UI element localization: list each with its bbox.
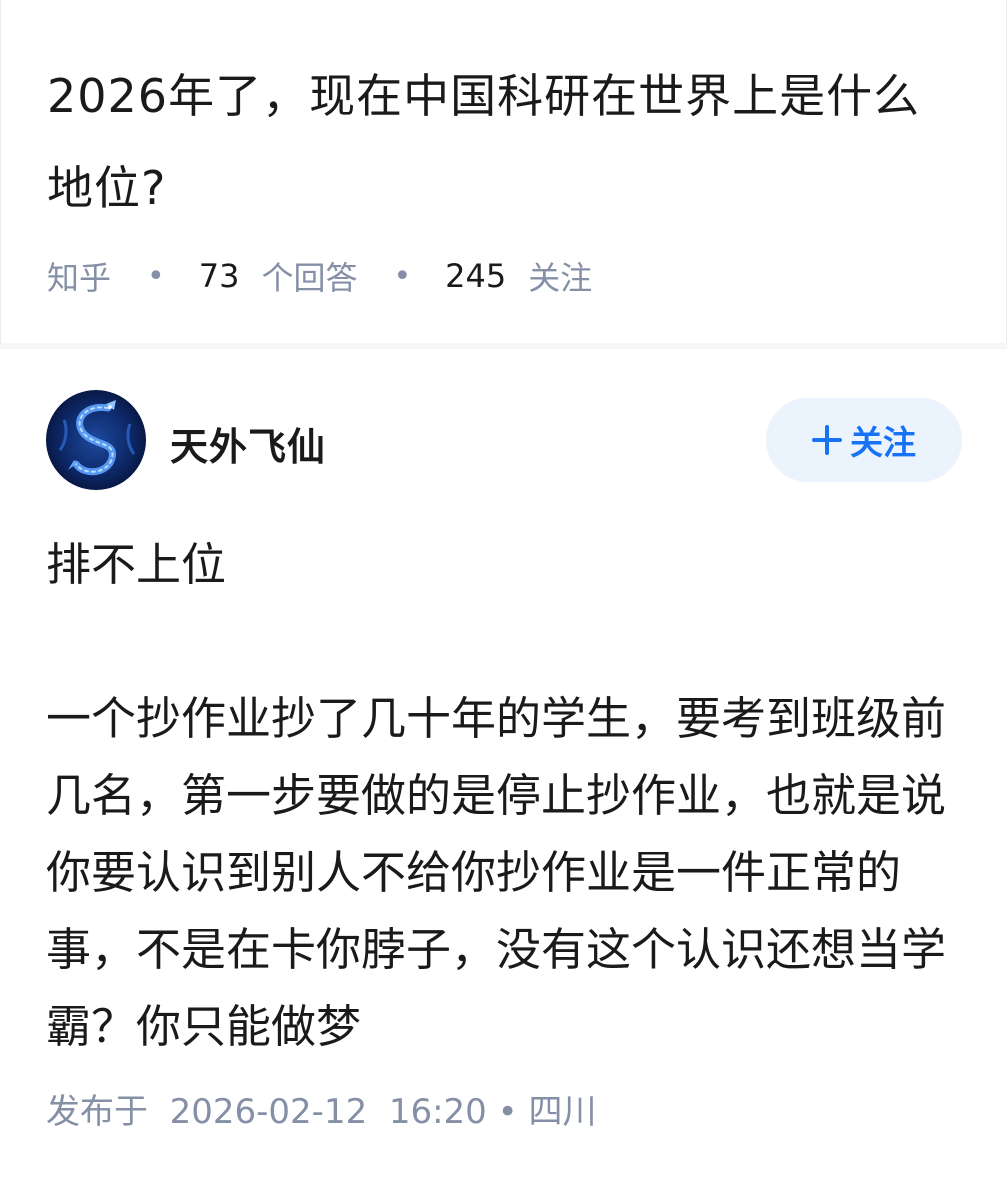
author-name[interactable]: 天外飞仙 [170,416,326,471]
answer-paragraph: 一个抄作业抄了几十年的学生，要考到班级前几名，第一步要做的是停止抄作业，也就是说… [46,692,947,1053]
question-source[interactable]: 知乎 [47,253,111,299]
question-card: 2026年了，现在中国科研在世界上是什么地位? 知乎 • 73 个回答 • 24… [0,0,1007,344]
section-divider [0,343,1007,349]
answer-count: 73 [198,257,240,295]
meta-separator: • [486,1092,529,1132]
publish-location: 四川 [528,1092,597,1132]
answer-content[interactable]: 排不上位 一个抄作业抄了几十年的学生，要考到班级前几名，第一步要做的是停止抄作业… [46,526,962,1065]
follower-count: 245 [445,257,507,295]
answer-paragraph: 排不上位 [46,538,227,591]
follow-button[interactable]: 关注 [766,398,962,482]
meta-separator: • [147,258,165,294]
question-title[interactable]: 2026年了，现在中国科研在世界上是什么地位? [47,50,967,234]
publish-label: 发布于 [46,1092,148,1132]
follower-label: 关注 [528,259,593,297]
answer-publish-info: 发布于 2026-02-12 16:20 • 四川 [46,1084,597,1133]
answer-author-row: 天外飞仙 关注 [46,390,962,490]
question-meta: 知乎 • 73 个回答 • 245 关注 [47,254,592,298]
dragon-avatar-icon[interactable] [46,390,146,490]
answer-count-label: 个回答 [261,259,358,297]
meta-separator: • [393,258,412,294]
publish-datetime: 2026-02-12 16:20 [169,1092,487,1132]
follow-button-label: 关注 [850,423,916,462]
plus-icon [812,425,842,455]
